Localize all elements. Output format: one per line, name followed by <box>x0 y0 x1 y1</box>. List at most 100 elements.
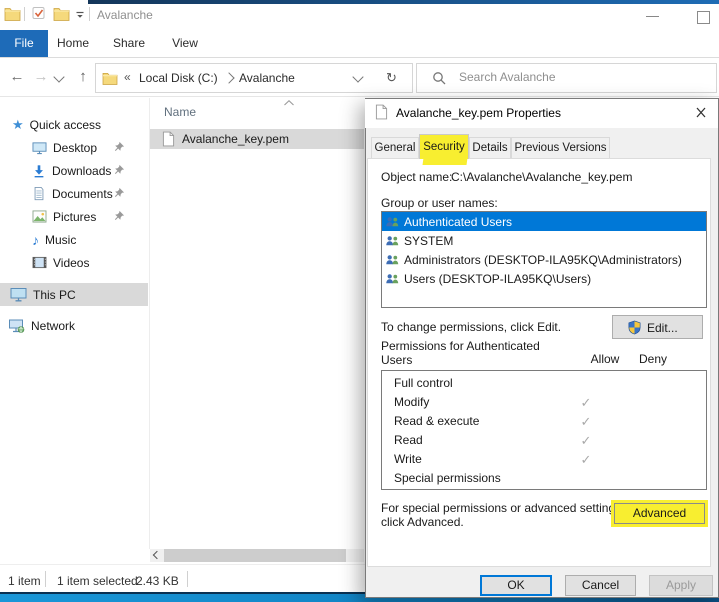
edit-button-label: Edit... <box>647 319 678 338</box>
breadcrumb-item-local-disk[interactable]: Local Disk (C:) <box>139 71 218 85</box>
ribbon-divider <box>0 57 719 58</box>
search-box[interactable] <box>416 63 717 93</box>
permissions-label-line1: Permissions for Authenticated <box>381 339 540 353</box>
pin-icon <box>114 141 125 152</box>
scroll-left-icon[interactable] <box>150 549 164 562</box>
group-row-system[interactable]: SYSTEM <box>382 231 706 250</box>
back-icon[interactable]: ← <box>8 68 26 86</box>
recent-locations-icon[interactable] <box>53 71 64 82</box>
address-dropdown-icon[interactable] <box>352 71 363 82</box>
permission-row-full-control[interactable]: Full control <box>382 374 706 393</box>
groups-listbox[interactable]: Authenticated Users SYSTEM Administrator… <box>381 211 707 308</box>
maximize-icon[interactable] <box>697 11 710 24</box>
group-name: SYSTEM <box>404 234 453 248</box>
sidebar-item-label: Videos <box>53 256 89 270</box>
permission-name: Special permissions <box>394 471 501 485</box>
sidebar-item-network[interactable]: Network <box>0 314 148 337</box>
search-input[interactable] <box>457 69 691 85</box>
sidebar-item-pictures[interactable]: Pictures <box>0 205 148 228</box>
allow-check: ✓ <box>574 412 598 431</box>
ok-button[interactable]: OK <box>480 575 552 596</box>
up-icon[interactable]: ↑ <box>74 68 92 86</box>
object-name-value: C:\Avalanche\Avalanche_key.pem <box>451 170 632 184</box>
breadcrumb-chevron-icon[interactable] <box>223 72 234 83</box>
column-header-name[interactable]: Name <box>164 105 196 119</box>
pane-divider <box>149 98 150 549</box>
this-pc-icon <box>10 287 27 302</box>
desktop-icon <box>32 141 47 155</box>
sidebar-item-desktop[interactable]: Desktop <box>0 136 148 159</box>
dialog-tab-previous-versions[interactable]: Previous Versions <box>511 137 610 158</box>
allow-check: ✓ <box>574 431 598 450</box>
sidebar-item-this-pc[interactable]: This PC <box>0 283 148 306</box>
background-window-edge <box>88 0 719 4</box>
ribbon-tab-home[interactable]: Home <box>52 30 94 57</box>
group-row-authenticated-users[interactable]: Authenticated Users <box>382 212 706 231</box>
sidebar-item-music[interactable]: ♪ Music <box>0 228 148 251</box>
breadcrumb-item-avalanche[interactable]: Avalanche <box>239 71 295 85</box>
file-row-avalanche-key[interactable]: Avalanche_key.pem <box>150 129 364 149</box>
group-name: Users (DESKTOP-ILA95KQ\Users) <box>404 272 591 286</box>
scrollbar-thumb[interactable] <box>164 549 346 562</box>
uac-shield-icon <box>627 320 642 335</box>
groups-label: Group or user names: <box>381 196 498 210</box>
permission-name: Read <box>394 433 423 447</box>
advanced-button[interactable]: Advanced <box>614 503 705 524</box>
permissions-listbox[interactable]: Full control Modify ✓ Read & execute ✓ R… <box>381 370 707 490</box>
sidebar-item-label: Music <box>45 233 76 247</box>
address-bar[interactable]: « Local Disk (C:) Avalanche <box>95 63 375 93</box>
ribbon-tab-view[interactable]: View <box>164 30 206 57</box>
edit-button[interactable]: Edit... <box>612 315 703 339</box>
allow-check: ✓ <box>574 393 598 412</box>
marker-highlight <box>423 158 468 165</box>
dialog-tab-details[interactable]: Details <box>469 137 511 158</box>
group-name: Authenticated Users <box>404 215 512 229</box>
users-group-icon <box>385 254 400 266</box>
permission-row-special-permissions[interactable]: Special permissions <box>382 469 706 488</box>
sidebar-item-label: Quick access <box>30 118 101 132</box>
refresh-button[interactable]: ↻ <box>372 63 413 93</box>
document-icon <box>32 186 46 201</box>
permission-row-modify[interactable]: Modify ✓ <box>382 393 706 412</box>
properties-check-icon[interactable] <box>31 5 47 21</box>
group-name: Administrators (DESKTOP-ILA95KQ\Administ… <box>404 253 682 267</box>
pin-icon <box>114 187 125 198</box>
new-folder-icon[interactable] <box>53 6 70 21</box>
deny-column-header: Deny <box>633 352 673 366</box>
group-row-users[interactable]: Users (DESKTOP-ILA95KQ\Users) <box>382 269 706 288</box>
group-row-administrators[interactable]: Administrators (DESKTOP-ILA95KQ\Administ… <box>382 250 706 269</box>
cancel-button[interactable]: Cancel <box>565 575 636 596</box>
toolbar-divider <box>0 96 719 97</box>
minimize-icon[interactable]: — <box>646 8 659 23</box>
breadcrumb-collapse-icon[interactable]: « <box>124 70 131 84</box>
ribbon-tab-share[interactable]: Share <box>108 30 150 57</box>
address-folder-icon <box>102 71 118 85</box>
download-icon <box>32 164 46 178</box>
apply-button[interactable]: Apply <box>649 575 713 596</box>
dialog-tab-general[interactable]: General <box>371 137 419 158</box>
pin-icon <box>114 210 125 221</box>
sidebar-item-quick-access[interactable]: ★ Quick access <box>0 113 148 136</box>
network-icon <box>8 318 25 333</box>
customize-toolbar-icon[interactable] <box>74 9 86 21</box>
refresh-icon: ↻ <box>386 70 397 86</box>
sidebar-item-documents[interactable]: Documents <box>0 182 148 205</box>
permission-name: Modify <box>394 395 429 409</box>
allow-column-header: Allow <box>585 352 625 366</box>
picture-icon <box>32 210 47 223</box>
sidebar-item-videos[interactable]: Videos <box>0 251 148 274</box>
dialog-close-icon[interactable] <box>692 104 712 122</box>
horizontal-scrollbar[interactable] <box>150 549 364 562</box>
status-separator <box>45 571 46 587</box>
dialog-file-icon <box>375 104 388 120</box>
statusbar-divider <box>0 564 365 565</box>
ribbon-tab-file[interactable]: File <box>0 30 48 57</box>
dialog-tab-security[interactable]: Security <box>419 134 469 159</box>
sidebar-item-downloads[interactable]: Downloads <box>0 159 148 182</box>
permission-row-read-execute[interactable]: Read & execute ✓ <box>382 412 706 431</box>
permission-row-write[interactable]: Write ✓ <box>382 450 706 469</box>
permission-row-read[interactable]: Read ✓ <box>382 431 706 450</box>
forward-icon[interactable]: → <box>32 68 50 86</box>
folder-icon <box>4 6 21 21</box>
sort-ascending-icon[interactable] <box>283 99 295 106</box>
